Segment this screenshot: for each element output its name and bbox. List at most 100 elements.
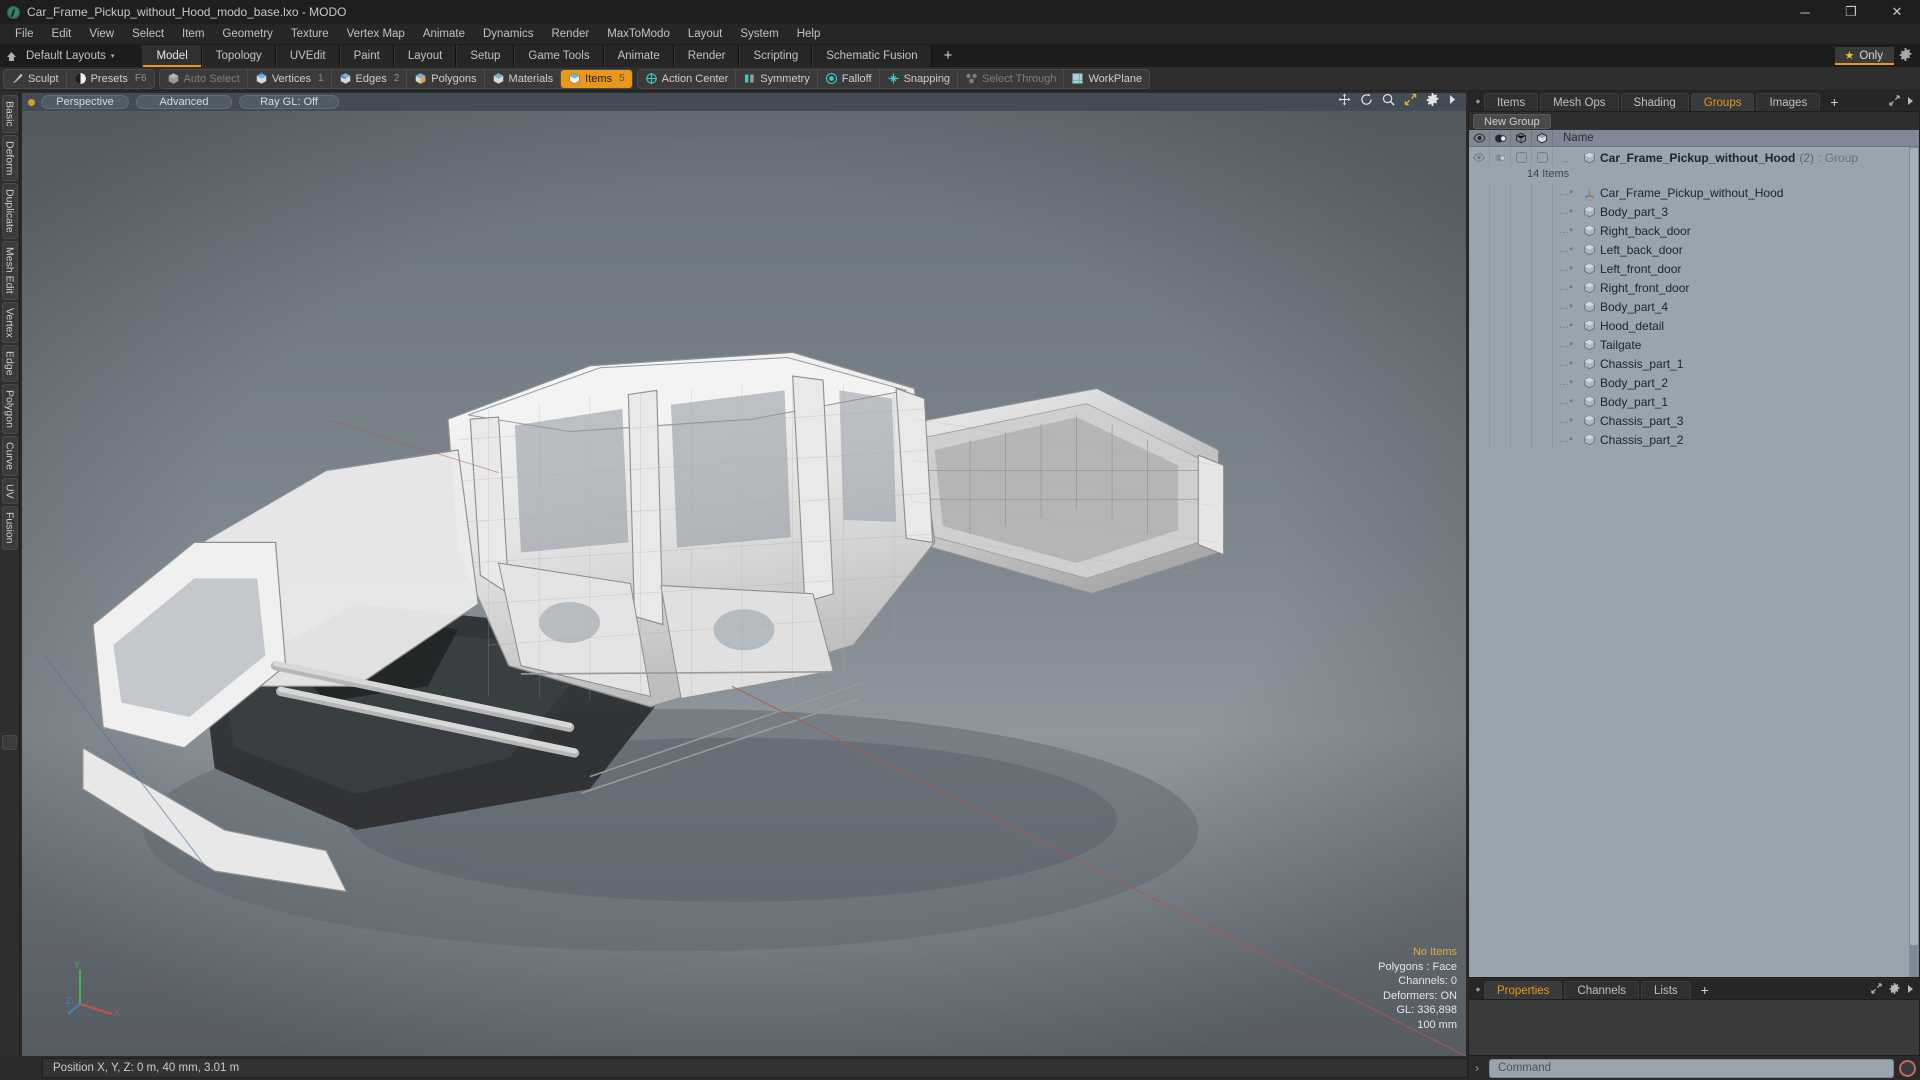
tab-model[interactable]: Model: [142, 45, 202, 67]
tab-schematic-fusion[interactable]: Schematic Fusion: [812, 45, 932, 67]
list-item[interactable]: …▪ Right_front_door: [1469, 278, 1919, 297]
tab-images[interactable]: Images: [1756, 93, 1821, 111]
left-tab-vertex[interactable]: Vertex: [1, 301, 18, 344]
command-input[interactable]: Command: [1489, 1058, 1894, 1078]
tab-setup[interactable]: Setup: [456, 45, 515, 67]
pan-icon[interactable]: [1338, 93, 1351, 111]
gear-icon[interactable]: [1889, 983, 1900, 997]
chevron-right-icon[interactable]: [1907, 96, 1914, 109]
tab-items[interactable]: Items: [1484, 93, 1539, 111]
row-render-toggle[interactable]: [1490, 148, 1511, 167]
tab-topology[interactable]: Topology: [201, 45, 276, 67]
minimize-button[interactable]: ─: [1782, 0, 1828, 24]
menu-texture[interactable]: Texture: [282, 24, 338, 45]
menu-dynamics[interactable]: Dynamics: [474, 24, 542, 45]
raygl-toggle[interactable]: Ray GL: Off: [239, 95, 339, 109]
presets-button[interactable]: Presets F6: [67, 70, 154, 88]
shading-column-header[interactable]: [1532, 129, 1553, 147]
list-item[interactable]: …▪ Body_part_1: [1469, 392, 1919, 411]
row-wireframe-toggle[interactable]: [1511, 148, 1532, 167]
menu-maxtomodo[interactable]: MaxToModo: [598, 24, 679, 45]
shading-selector[interactable]: Advanced: [136, 95, 232, 109]
tab-mesh-ops[interactable]: Mesh Ops: [1540, 93, 1619, 111]
group-row[interactable]: _ Car_Frame_Pickup_without_Hood (2) : Gr…: [1469, 147, 1919, 168]
add-properties-tab-button[interactable]: +: [1693, 981, 1717, 999]
snapping-button[interactable]: Snapping: [880, 69, 959, 88]
list-item[interactable]: …▪ Chassis_part_1: [1469, 354, 1919, 373]
group-item-list[interactable]: _ Car_Frame_Pickup_without_Hood (2) : Gr…: [1469, 147, 1919, 977]
visibility-column-header[interactable]: [1469, 129, 1490, 147]
materials-mode-button[interactable]: Materials: [485, 69, 562, 88]
tab-layout[interactable]: Layout: [393, 45, 457, 67]
tab-scripting[interactable]: Scripting: [739, 45, 813, 67]
list-item[interactable]: …▪ Body_part_3: [1469, 202, 1919, 221]
menu-edit[interactable]: Edit: [43, 24, 81, 45]
action-center-button[interactable]: Action Center: [638, 69, 737, 88]
close-button[interactable]: ✕: [1874, 0, 1920, 24]
menu-file[interactable]: File: [6, 24, 43, 45]
tab-paint[interactable]: Paint: [339, 45, 394, 67]
add-layout-tab-button[interactable]: +: [932, 45, 965, 67]
tab-animate[interactable]: Animate: [603, 45, 674, 67]
wireframe-column-header[interactable]: [1511, 129, 1532, 147]
tab-channels[interactable]: Channels: [1564, 981, 1640, 999]
record-icon[interactable]: [1899, 1059, 1916, 1077]
row-visibility-toggle[interactable]: [1469, 148, 1490, 167]
left-tab-mesh-edit[interactable]: Mesh Edit: [1, 240, 18, 300]
scrollbar-thumb[interactable]: [1910, 148, 1918, 945]
left-tab-curve[interactable]: Curve: [1, 435, 18, 476]
list-item[interactable]: …▪ Right_back_door: [1469, 221, 1919, 240]
falloff-button[interactable]: Falloff: [818, 69, 880, 88]
menu-layout[interactable]: Layout: [679, 24, 732, 45]
left-tab-polygon[interactable]: Polygon: [1, 383, 18, 434]
view-mode-selector[interactable]: Perspective: [41, 95, 129, 109]
menu-animate[interactable]: Animate: [414, 24, 474, 45]
list-item[interactable]: …▪ Chassis_part_3: [1469, 411, 1919, 430]
left-tab-uv[interactable]: UV: [1, 477, 18, 505]
left-tab-fusion[interactable]: Fusion: [1, 506, 18, 550]
maximize-button[interactable]: ❐: [1828, 0, 1874, 24]
vertices-mode-button[interactable]: Vertices 1: [248, 69, 332, 88]
zoom-icon[interactable]: [1382, 93, 1395, 111]
rotate-icon[interactable]: [1360, 93, 1373, 111]
menu-help[interactable]: Help: [788, 24, 830, 45]
list-item[interactable]: …▪ Body_part_2: [1469, 373, 1919, 392]
tab-properties[interactable]: Properties: [1484, 981, 1563, 999]
tab-uvedit[interactable]: UVEdit: [275, 45, 340, 67]
left-tab-deform[interactable]: Deform: [1, 134, 18, 182]
viewport-3d-canvas[interactable]: Y X Z No Items Polygons : Face Channels:…: [22, 111, 1466, 1056]
gear-icon[interactable]: [1426, 93, 1439, 111]
menu-geometry[interactable]: Geometry: [213, 24, 282, 45]
tab-render[interactable]: Render: [673, 45, 740, 67]
chevron-right-icon[interactable]: [1448, 93, 1457, 111]
fit-icon[interactable]: [1404, 93, 1417, 111]
row-shading-toggle[interactable]: [1532, 148, 1553, 167]
left-tab-basic[interactable]: Basic: [1, 95, 18, 133]
new-group-button[interactable]: New Group: [1473, 113, 1551, 129]
menu-vertex-map[interactable]: Vertex Map: [338, 24, 414, 45]
tree-expander[interactable]: _: [1553, 152, 1579, 163]
list-item[interactable]: …▪ Car_Frame_Pickup_without_Hood: [1469, 183, 1919, 202]
menu-select[interactable]: Select: [123, 24, 173, 45]
left-tab-edge[interactable]: Edge: [1, 345, 18, 382]
edges-mode-button[interactable]: Edges 2: [332, 69, 408, 88]
menu-item[interactable]: Item: [173, 24, 213, 45]
expand-icon[interactable]: [1889, 95, 1900, 109]
tab-shading[interactable]: Shading: [1620, 93, 1689, 111]
list-item[interactable]: …▪ Chassis_part_2: [1469, 430, 1919, 449]
item-list-scrollbar[interactable]: [1909, 147, 1919, 977]
render-column-header[interactable]: [1490, 129, 1511, 147]
gear-icon[interactable]: [1894, 48, 1916, 64]
add-panel-tab-button[interactable]: +: [1822, 93, 1846, 111]
auto-select-button[interactable]: Auto Select: [160, 69, 248, 88]
list-item[interactable]: …▪ Hood_detail: [1469, 316, 1919, 335]
menu-view[interactable]: View: [80, 24, 123, 45]
list-item[interactable]: …▪ Tailgate: [1469, 335, 1919, 354]
expand-icon[interactable]: [1871, 983, 1882, 997]
menu-system[interactable]: System: [731, 24, 787, 45]
list-item[interactable]: …▪ Body_part_4: [1469, 297, 1919, 316]
list-item[interactable]: …▪ Left_back_door: [1469, 240, 1919, 259]
list-item[interactable]: …▪ Left_front_door: [1469, 259, 1919, 278]
only-toggle-button[interactable]: ★ Only: [1835, 47, 1894, 65]
sculpt-button[interactable]: Sculpt: [4, 69, 67, 88]
